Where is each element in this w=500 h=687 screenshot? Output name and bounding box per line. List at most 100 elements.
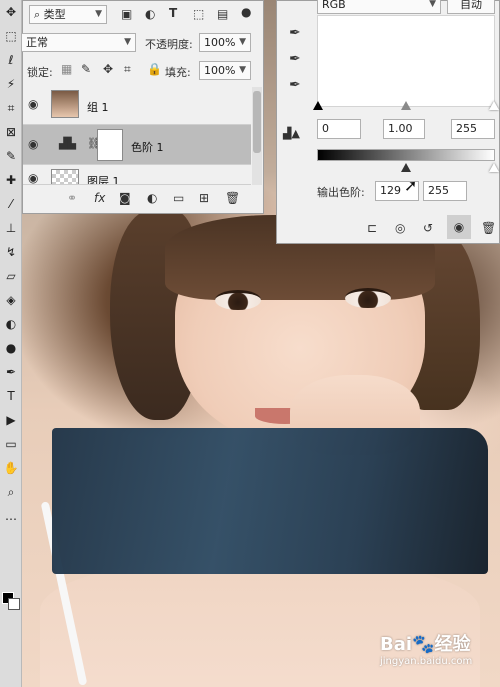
magic-wand-icon[interactable]: ⚡ xyxy=(0,72,22,96)
blend-mode-value: 正常 xyxy=(26,36,48,49)
gradient-icon[interactable]: ◈ xyxy=(0,288,22,312)
visibility-eye-icon[interactable]: ◉ xyxy=(28,171,38,184)
clip-to-layer-icon[interactable]: ⊏ xyxy=(367,221,377,235)
layer-name: 色阶 1 xyxy=(131,141,164,154)
layer-row-pixel[interactable]: ◉ 图层 1 xyxy=(23,165,251,185)
layer-filter-select[interactable]: ⌕ 类型 ▼ xyxy=(29,5,107,24)
trash-icon[interactable]: 🗑 xyxy=(225,191,240,205)
output-levels-label: 输出色阶: xyxy=(317,186,365,199)
lasso-tool-icon[interactable]: ℓ xyxy=(0,48,22,72)
opacity-label: 不透明度: xyxy=(145,38,193,51)
input-white-field[interactable]: 255 xyxy=(451,119,495,139)
filter-toggle-icon[interactable]: ● xyxy=(241,5,251,19)
channel-value: RGB xyxy=(322,0,346,11)
reset-icon[interactable]: ↺ xyxy=(423,221,433,235)
frame-tool-icon[interactable]: ⊠ xyxy=(0,120,22,144)
visibility-eye-icon[interactable]: ◉ xyxy=(28,97,38,111)
visibility-toggle-icon[interactable]: ◉ xyxy=(447,215,471,239)
black-point-eyedropper-icon[interactable]: ✒ xyxy=(289,25,301,41)
shape-filter-icon[interactable]: ⬚ xyxy=(193,7,204,21)
adjustment-icon[interactable]: ◐ xyxy=(147,191,157,205)
link-icon[interactable]: ⚭ xyxy=(67,191,77,205)
fill-input[interactable]: 100% ▼ xyxy=(199,61,251,80)
view-previous-state-icon[interactable]: ◎ xyxy=(395,221,405,235)
layer-row-levels[interactable]: ◉ ▟▙ ⛓ 色阶 1 xyxy=(23,125,251,165)
image-filter-icon[interactable]: ▣ xyxy=(121,7,132,21)
layer-name: 组 1 xyxy=(87,101,109,114)
layers-scrollbar[interactable] xyxy=(252,87,262,185)
rectangle-tool-icon[interactable]: ▭ xyxy=(0,432,22,456)
clipping-warning-icon[interactable]: ▟▲ xyxy=(283,127,300,140)
type-tool-icon[interactable]: T xyxy=(0,384,22,408)
path-select-icon[interactable]: ▶ xyxy=(0,408,22,432)
layer-name: 图层 1 xyxy=(87,175,120,185)
opacity-input[interactable]: 100% ▼ xyxy=(199,33,251,52)
stamp-icon[interactable]: ⊥ xyxy=(0,216,22,240)
opacity-value: 100% xyxy=(204,36,236,49)
gray-point-eyedropper-icon[interactable]: ✒ xyxy=(289,51,301,67)
blend-mode-select[interactable]: 正常 ▼ xyxy=(21,33,136,52)
properties-panel: RGB ▼ 自动 ✒ ✒ ✒ ▟▲ 0 1.00 255 输出色阶: 129 2… xyxy=(276,0,500,244)
output-gradient-bar xyxy=(317,149,495,161)
watermark-brand: Bai xyxy=(380,634,413,655)
trash-icon[interactable]: 🗑 xyxy=(481,221,496,235)
auto-button[interactable]: 自动 xyxy=(447,0,495,14)
group-thumbnail xyxy=(51,90,79,118)
output-white-slider[interactable] xyxy=(489,163,499,172)
layer-row-group[interactable]: ◉ 组 1 xyxy=(23,85,251,125)
healing-icon[interactable]: ✚ xyxy=(0,168,22,192)
crop-tool-icon[interactable]: ⌗ xyxy=(0,96,22,120)
mouse-cursor-icon: ➚ xyxy=(404,176,418,195)
brush-icon[interactable]: ⁄ xyxy=(0,192,22,216)
lock-label: 锁定: xyxy=(27,66,53,79)
eyedropper-icon[interactable]: ✎ xyxy=(0,144,22,168)
output-black-slider[interactable] xyxy=(401,163,411,172)
right-eye xyxy=(345,288,391,308)
hand-tool-icon[interactable]: ✋ xyxy=(0,456,22,480)
dodge-icon[interactable]: ● xyxy=(0,336,22,360)
chevron-down-icon: ▼ xyxy=(95,9,102,19)
input-black-slider[interactable] xyxy=(313,101,323,110)
more-tools-icon[interactable]: … xyxy=(0,504,22,528)
layers-panel: ⌕ 类型 ▼ ▣ ◐ T ⬚ ▤ ● 正常 ▼ 不透明度: 100% ▼ 锁定:… xyxy=(21,0,264,214)
mask-icon[interactable]: ◙ xyxy=(119,191,131,205)
lock-transparent-icon[interactable]: ▦ xyxy=(61,62,72,76)
neck xyxy=(40,560,480,687)
smart-object-filter-icon[interactable]: ▤ xyxy=(217,7,228,21)
toolbar: ✥ ⬚ ℓ ⚡ ⌗ ⊠ ✎ ✚ ⁄ ⊥ ↯ ▱ ◈ ◐ ● ✒ T ▶ ▭ ✋ … xyxy=(0,0,22,687)
baidu-watermark: Bai🐾经验 jingyan.baidu.com xyxy=(380,630,472,667)
type-filter-icon[interactable]: T xyxy=(169,6,177,20)
adjustment-filter-icon[interactable]: ◐ xyxy=(145,7,155,21)
scrollbar-thumb[interactable] xyxy=(253,91,261,153)
input-gamma-slider[interactable] xyxy=(401,101,411,110)
watermark-url: jingyan.baidu.com xyxy=(380,656,473,667)
background-color-swatch[interactable] xyxy=(8,598,20,610)
channel-select[interactable]: RGB ▼ xyxy=(317,0,441,14)
filter-kind-label: 类型 xyxy=(43,8,66,21)
move-tool-icon[interactable]: ✥ xyxy=(0,0,22,24)
eraser-icon[interactable]: ▱ xyxy=(0,264,22,288)
zoom-tool-icon[interactable]: ⌕ xyxy=(0,480,22,504)
input-black-field[interactable]: 0 xyxy=(317,119,361,139)
chevron-down-icon: ▼ xyxy=(429,0,436,9)
lock-artboard-icon[interactable]: ⌗ xyxy=(124,62,131,77)
visibility-eye-icon[interactable]: ◉ xyxy=(28,137,38,151)
input-white-slider[interactable] xyxy=(489,101,499,110)
search-icon: ⌕ xyxy=(34,8,44,21)
layer-thumbnail xyxy=(51,169,79,184)
fx-icon[interactable]: fx xyxy=(94,191,105,205)
pen-icon[interactable]: ✒ xyxy=(0,360,22,384)
lock-all-icon[interactable]: 🔒 xyxy=(147,62,162,76)
marquee-tool-icon[interactable]: ⬚ xyxy=(0,24,22,48)
new-layer-icon[interactable]: ⊞ xyxy=(199,191,209,205)
output-white-field[interactable]: 255 xyxy=(423,181,467,201)
history-brush-icon[interactable]: ↯ xyxy=(0,240,22,264)
chevron-down-icon: ▼ xyxy=(124,37,131,47)
lock-position-icon[interactable]: ✥ xyxy=(103,62,113,76)
lock-pixels-icon[interactable]: ✎ xyxy=(81,62,91,76)
white-point-eyedropper-icon[interactable]: ✒ xyxy=(289,77,301,93)
blur-icon[interactable]: ◐ xyxy=(0,312,22,336)
folder-icon[interactable]: ▭ xyxy=(173,191,184,205)
input-gamma-field[interactable]: 1.00 xyxy=(383,119,425,139)
layer-mask-thumbnail[interactable] xyxy=(97,129,123,161)
